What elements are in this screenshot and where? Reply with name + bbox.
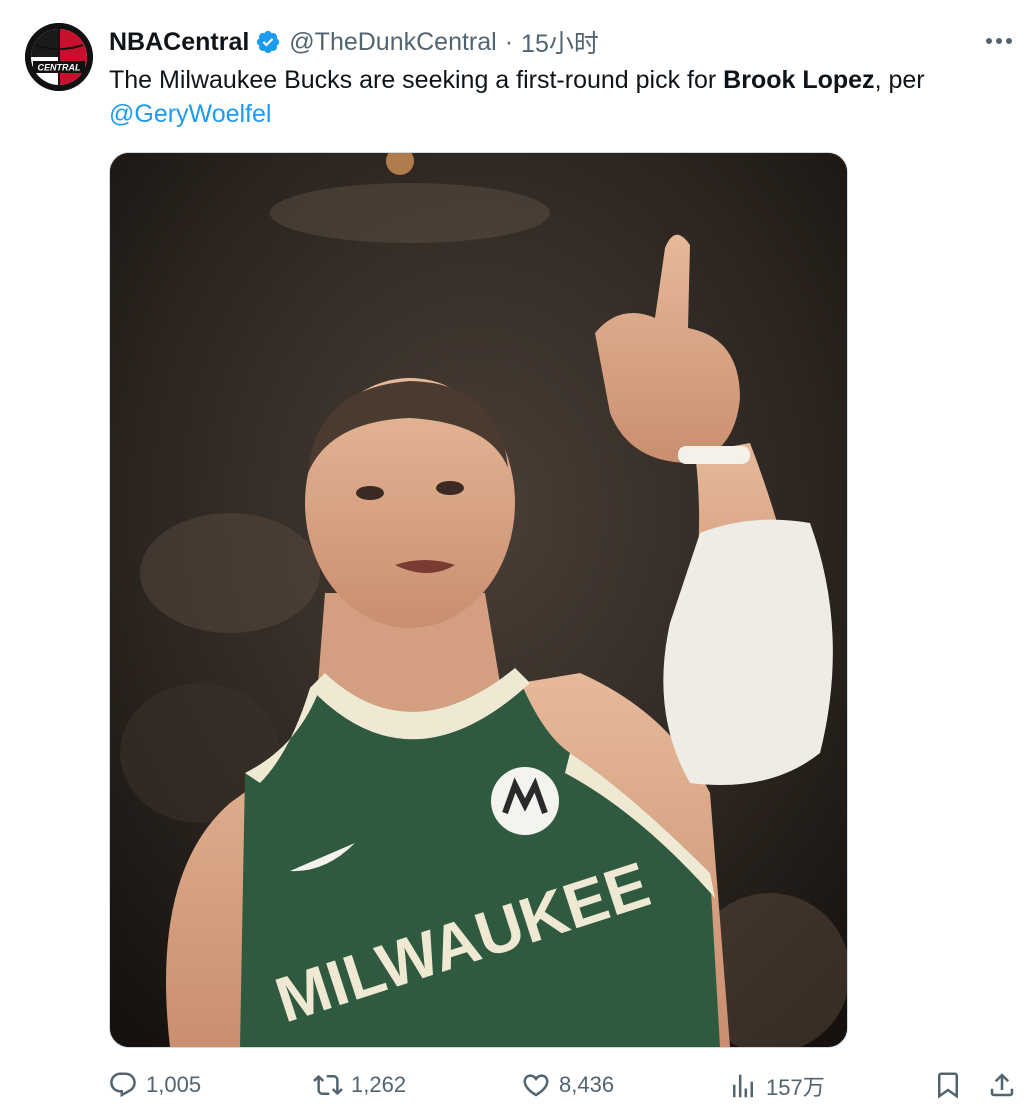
reply-icon bbox=[110, 1072, 136, 1098]
tweet-text: The Milwaukee Bucks are seeking a first-… bbox=[109, 63, 1009, 131]
heart-icon bbox=[523, 1074, 549, 1097]
views-count: 157万 bbox=[766, 1075, 825, 1100]
bookmark-button[interactable] bbox=[933, 1070, 971, 1100]
views-icon bbox=[733, 1074, 753, 1098]
separator-dot: · bbox=[504, 27, 514, 56]
action-bar: 1,005 1,262 8,436 157万 bbox=[0, 1062, 1032, 1110]
like-button[interactable]: 8,436 bbox=[521, 1070, 614, 1100]
more-icon[interactable] bbox=[984, 26, 1014, 56]
mention-link[interactable]: @GeryWoelfel bbox=[109, 100, 271, 128]
reply-button[interactable]: 1,005 bbox=[108, 1070, 201, 1100]
avatar[interactable]: CENTRAL bbox=[25, 23, 93, 91]
tweet[interactable]: CENTRAL NBACentral @TheDunkCentral · 15小… bbox=[0, 0, 1032, 1111]
share-button[interactable] bbox=[987, 1070, 1025, 1100]
player-photo: MILWAUKEE bbox=[110, 153, 847, 1047]
tweet-text-part1: The Milwaukee Bucks are seeking a first-… bbox=[109, 66, 724, 94]
retweet-icon bbox=[313, 1074, 343, 1096]
verified-badge-icon bbox=[255, 29, 281, 55]
tweet-text-part2: , per bbox=[874, 66, 925, 94]
bookmark-icon bbox=[938, 1072, 958, 1099]
reply-count: 1,005 bbox=[146, 1072, 202, 1097]
retweet-count: 1,262 bbox=[351, 1072, 407, 1097]
share-icon bbox=[990, 1073, 1014, 1097]
avatar-text: CENTRAL bbox=[38, 63, 81, 73]
nbacentral-logo: CENTRAL bbox=[25, 23, 93, 91]
tweet-text-bold: Brook Lopez bbox=[723, 66, 875, 94]
like-count: 8,436 bbox=[559, 1072, 615, 1097]
retweet-button[interactable]: 1,262 bbox=[313, 1070, 406, 1100]
views-button[interactable]: 157万 bbox=[728, 1070, 825, 1102]
timestamp[interactable]: 15小时 bbox=[521, 24, 599, 60]
handle[interactable]: @TheDunkCentral bbox=[289, 28, 496, 57]
tweet-header: NBACentral @TheDunkCentral · 15小时 bbox=[109, 24, 599, 60]
display-name[interactable]: NBACentral bbox=[109, 28, 249, 57]
tweet-photo[interactable]: MILWAUKEE bbox=[109, 152, 848, 1048]
